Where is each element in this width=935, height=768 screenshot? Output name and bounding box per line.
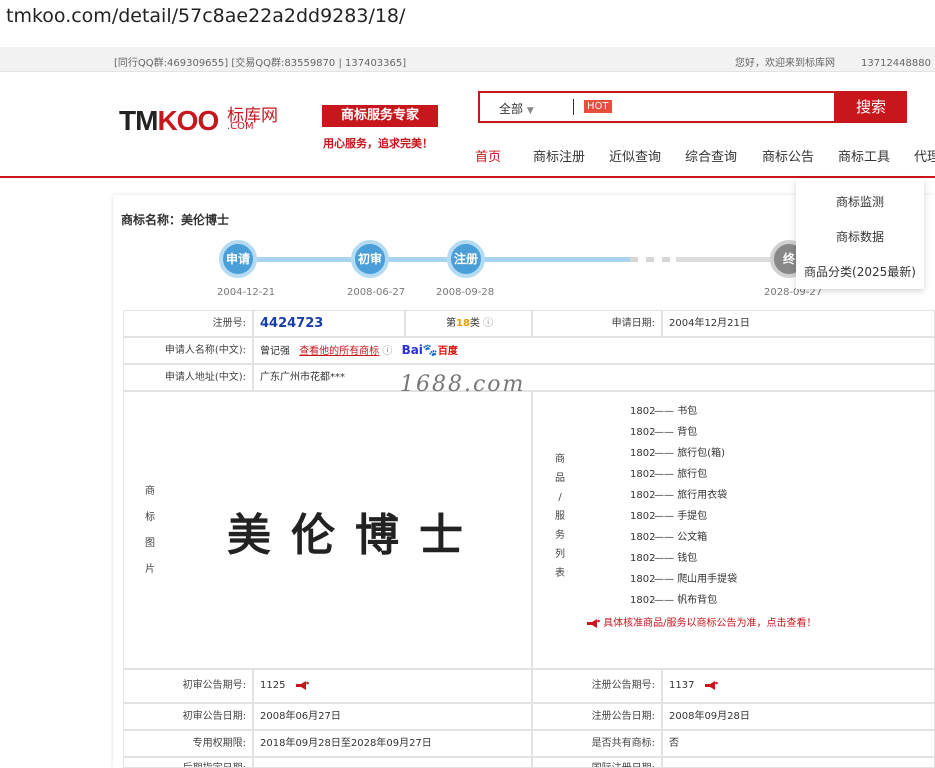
shared-label: 是否共有商标: (532, 730, 662, 757)
search-category-select[interactable]: 全部 ▼ (499, 100, 534, 117)
nav-tools[interactable]: 商标工具 (838, 146, 890, 165)
phone-text: 13712448880 (林 (861, 58, 935, 69)
dropdown-item-classification[interactable]: 商品分类(2025最新) (796, 263, 924, 280)
prelim-no-cell: 1125 (253, 669, 532, 703)
megaphone-icon[interactable] (295, 680, 309, 690)
nav-general-search[interactable]: 综合查询 (685, 146, 737, 165)
later-date-label: 后期指定日期: (123, 757, 253, 768)
timeline-step-register: 注册 (447, 240, 485, 278)
applicant-all-marks-link[interactable]: 查看他的所有商标 (299, 346, 379, 357)
qq-groups-text[interactable]: [同行QQ群:469309655] [交易QQ群:83559870 | 1374… (114, 54, 406, 69)
timeline-date-prelim: 2008-06-27 (347, 287, 406, 298)
reg-no-value: 4424723 (253, 310, 405, 337)
shared-value: 否 (662, 730, 935, 757)
prelim-no-label: 初审公告期号: (123, 669, 253, 703)
nav-announcement[interactable]: 商标公告 (762, 146, 814, 165)
top-info-bar: [同行QQ群:469309655] [交易QQ群:83559870 | 1374… (0, 47, 935, 72)
megaphone-icon[interactable] (704, 680, 718, 690)
applicant-name: 曾记强 (260, 346, 290, 357)
goods-note-link[interactable]: 具体核准商品/服务以商标公告为准，点击查看！ (586, 614, 817, 629)
timeline-gap (630, 257, 638, 262)
trademark-name-heading: 商标名称：美伦博士 (121, 213, 230, 227)
reg-pub-no-label: 注册公告期号: (532, 669, 662, 703)
list-item: 1802—— 旅行用衣袋 (630, 490, 728, 501)
trademark-image: 美伦博士 (227, 510, 483, 561)
logo-com: .COM (227, 121, 254, 132)
list-item: 1802—— 钱包 (630, 553, 698, 564)
tools-dropdown-menu: 商标监测 商标数据 商品分类(2025最新) (796, 179, 924, 289)
welcome-text: 您好，欢迎来到标库网 (735, 58, 835, 69)
hot-badge: HOT (584, 100, 612, 113)
image-label: 商 标 图 片 (145, 486, 155, 575)
text-cursor (573, 99, 574, 115)
timeline-gap (662, 257, 670, 262)
class-cell[interactable]: 第18类 ⓘ (405, 310, 532, 337)
list-item: 1802—— 背包 (630, 427, 698, 438)
reg-no-label: 注册号: (123, 310, 253, 337)
search-box: 全部 ▼ HOT (478, 91, 836, 123)
list-item: 1802—— 旅行包(箱) (630, 448, 725, 459)
timeline-step-apply: 申请 (219, 240, 257, 278)
apply-date-label: 申请日期: (532, 310, 662, 337)
list-item: 1802—— 爬山用手提袋 (630, 574, 738, 585)
applicant-label: 申请人名称(中文): (123, 337, 253, 364)
info-icon[interactable]: ⓘ (483, 318, 493, 329)
logo-tm: TM (119, 105, 158, 136)
site-logo[interactable]: TMKOO 标库网 .COM (119, 105, 278, 145)
slogan-badge: 商标服务专家 (322, 105, 438, 127)
search-input[interactable] (620, 97, 820, 117)
term-label: 专用权期限: (123, 730, 253, 757)
dropdown-item-data[interactable]: 商标数据 (796, 228, 924, 245)
list-item: 1802—— 帆布背包 (630, 595, 718, 606)
timeline-progress (238, 257, 630, 262)
reg-pub-date-label: 注册公告日期: (532, 703, 662, 730)
reg-pub-date-value: 2008年09月28日 (662, 703, 935, 730)
prelim-date-value: 2008年06月27日 (253, 703, 532, 730)
intl-date-value (662, 757, 935, 768)
nav-home[interactable]: 首页 (475, 146, 501, 165)
term-value: 2018年09月28日至2028年09月27日 (253, 730, 532, 757)
logo-koo: KOO (157, 105, 219, 136)
baidu-search-icon[interactable]: Bai🐾百度 (402, 343, 458, 357)
list-item: 1802—— 手提包 (630, 511, 708, 522)
slogan-subtitle: 用心服务，追求完美！ (323, 137, 433, 150)
megaphone-icon (586, 618, 600, 628)
timeline-gap (646, 257, 654, 262)
timeline-date-apply: 2004-12-21 (217, 287, 276, 298)
reg-pub-no-cell: 1137 (662, 669, 935, 703)
chevron-down-icon: ▼ (526, 106, 534, 116)
timeline-date-register: 2008-09-28 (436, 287, 495, 298)
search-button[interactable]: 搜索 (835, 91, 907, 123)
list-item: 1802—— 旅行包 (630, 469, 708, 480)
dropdown-item-monitor[interactable]: 商标监测 (796, 193, 924, 210)
timeline-step-prelim: 初审 (351, 240, 389, 278)
site-header: TMKOO 标库网 .COM 商标服务专家 用心服务，追求完美！ 全部 ▼ HO… (0, 72, 935, 178)
nav-similar-search[interactable]: 近似查询 (609, 146, 661, 165)
goods-label: 商 品 / 服 务 列 表 (555, 454, 565, 579)
applicant-value-cell: 曾记强 查看他的所有商标 ⓘ Bai🐾百度 (253, 337, 935, 364)
nav-agency[interactable]: 代理 (914, 146, 935, 165)
intl-date-label: 国际注册日期: (532, 757, 662, 768)
address-value: 广东广州市花都*** (253, 364, 935, 391)
prelim-no-value: 1125 (260, 680, 286, 691)
info-icon[interactable]: ⓘ (382, 346, 392, 357)
later-date-value (253, 757, 532, 768)
goods-list: 1802—— 书包 1802—— 背包 1802—— 旅行包(箱) 1802——… (630, 402, 737, 612)
watermark-text: 1688.com (400, 372, 526, 397)
reg-pub-no-value: 1137 (669, 680, 695, 691)
prelim-date-label: 初审公告日期: (123, 703, 253, 730)
list-item: 1802—— 公文箱 (630, 532, 708, 543)
apply-date-value: 2004年12月21日 (662, 310, 935, 337)
nav-register[interactable]: 商标注册 (533, 146, 585, 165)
address-bar-url[interactable]: tmkoo.com/detail/57c8ae22a2dd9283/18/ (0, 0, 935, 38)
list-item: 1802—— 书包 (630, 406, 698, 417)
address-label: 申请人地址(中文): (123, 364, 253, 391)
